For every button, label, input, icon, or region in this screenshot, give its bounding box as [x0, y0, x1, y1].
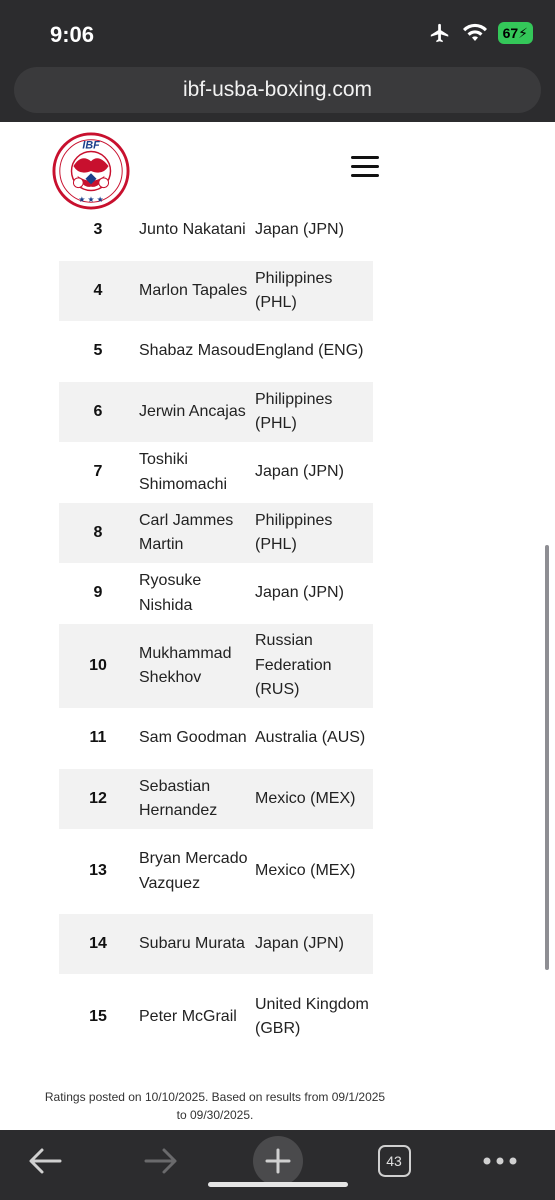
country-cell: England (ENG)	[255, 342, 364, 360]
boxer-name-cell: Ryosuke Nishida	[139, 572, 202, 614]
ibf-logo[interactable]: IBF ★ ★ ★	[52, 131, 130, 211]
country-cell: Japan (JPN)	[255, 221, 344, 239]
boxer-name-cell: Junto Nakatani	[139, 221, 246, 239]
hamburger-menu-icon[interactable]	[351, 156, 379, 178]
table-row: 14 Subaru Murata Japan (JPN)	[59, 914, 373, 974]
home-indicator[interactable]	[208, 1182, 348, 1187]
country-cell: Philippines (PHL)	[255, 511, 333, 554]
rank-cell: 15	[89, 1007, 107, 1025]
country-cell: Philippines (PHL)	[255, 390, 333, 433]
boxer-name-cell: Marlon Tapales	[139, 281, 248, 299]
url-bar[interactable]: ibf-usba-boxing.com	[14, 67, 541, 113]
rank-cell: 9	[93, 584, 103, 602]
browser-chrome: 9:06 67 ⚡ ibf-usba-boxing.com	[0, 0, 555, 122]
table-row: 4 Marlon Tapales Philippines (PHL)	[59, 261, 373, 321]
rank-cell: 14	[89, 934, 107, 952]
url-text: ibf-usba-boxing.com	[182, 78, 373, 101]
tabs-icon: 43	[377, 1145, 411, 1177]
logo-stars: ★ ★ ★	[78, 195, 103, 204]
boxer-name-cell: Shabaz Masoud	[139, 342, 255, 360]
country-cell: Japan (JPN)	[255, 463, 344, 481]
status-icons: 67 ⚡	[428, 22, 533, 44]
table-row: 15 Peter McGrail United Kingdom (GBR)	[59, 974, 373, 1060]
ratings-footnote: Ratings posted on 10/10/2025. Based on r…	[44, 1090, 386, 1122]
boxer-name-cell: Sebastian Hernandez	[139, 777, 218, 820]
charging-icon: ⚡	[518, 24, 528, 41]
boxer-name-cell: Sam Goodman	[139, 729, 247, 747]
scrollbar[interactable]	[545, 545, 549, 970]
more-button[interactable]	[476, 1130, 524, 1192]
country-cell: Russian Federation (RUS)	[255, 632, 332, 699]
boxer-name-cell: Toshiki Shimomachi	[139, 451, 228, 493]
table-row: 9 Ryosuke Nishida Japan (JPN)	[59, 563, 373, 624]
rank-cell: 8	[93, 523, 103, 541]
rank-cell: 11	[89, 729, 107, 747]
table-row: 13 Bryan Mercado Vazquez Mexico (MEX)	[59, 829, 373, 914]
boxer-name-cell: Jerwin Ancajas	[139, 402, 246, 420]
country-cell: Philippines (PHL)	[255, 269, 333, 312]
airplane-icon	[430, 23, 448, 43]
table-row: 12 Sebastian Hernandez Mexico (MEX)	[59, 769, 373, 829]
wifi-icon	[462, 23, 487, 41]
table-row: 10 Mukhammad Shekhov Russian Federation …	[59, 624, 373, 708]
rank-cell: 10	[89, 656, 107, 674]
back-button[interactable]	[14, 1130, 76, 1192]
forward-arrow-icon	[144, 1148, 177, 1174]
forward-button[interactable]	[130, 1130, 192, 1192]
tab-count: 43	[386, 1153, 402, 1169]
tabs-button[interactable]: 43	[372, 1130, 416, 1192]
more-icon	[483, 1157, 517, 1165]
table-row: 11 Sam Goodman Australia (AUS)	[59, 708, 373, 769]
battery-indicator: 67 ⚡	[497, 22, 533, 44]
rank-cell: 5	[93, 342, 103, 360]
boxer-name-cell: Carl Jammes Martin	[139, 511, 234, 554]
country-cell: Mexico (MEX)	[255, 789, 356, 807]
country-cell: Mexico (MEX)	[255, 862, 356, 880]
country-cell: United Kingdom (GBR)	[255, 995, 369, 1038]
country-cell: Australia (AUS)	[255, 729, 366, 747]
country-cell: Japan (JPN)	[255, 584, 344, 602]
table-row: 6 Jerwin Ancajas Philippines (PHL)	[59, 382, 373, 442]
status-time: 9:06	[50, 22, 95, 47]
table-row: 7 Toshiki Shimomachi Japan (JPN)	[59, 442, 373, 503]
rank-cell: 3	[93, 221, 103, 239]
browser-toolbar: 43	[0, 1130, 555, 1200]
logo-text: IBF	[82, 140, 100, 152]
boxer-name-cell: Subaru Murata	[139, 934, 245, 952]
table-row: 5 Shabaz Masoud England (ENG)	[59, 321, 373, 382]
new-tab-plus-icon	[253, 1136, 303, 1186]
ratings-table: 3 Junto Nakatani Japan (JPN) 4 Marlon Ta…	[59, 200, 373, 1060]
boxer-name-cell: Mukhammad Shekhov	[139, 644, 232, 687]
boxer-name-cell: Peter McGrail	[139, 1007, 237, 1025]
boxer-name-cell: Bryan Mercado Vazquez	[139, 850, 248, 892]
site-header: IBF ★ ★ ★	[0, 122, 555, 214]
rank-cell: 12	[89, 789, 107, 807]
back-arrow-icon	[29, 1148, 62, 1174]
rank-cell: 6	[93, 402, 103, 420]
rank-cell: 13	[89, 862, 107, 880]
battery-level: 67	[502, 25, 519, 41]
country-cell: Japan (JPN)	[255, 934, 344, 952]
rank-cell: 4	[93, 281, 103, 299]
table-row: 8 Carl Jammes Martin Philippines (PHL)	[59, 503, 373, 563]
rank-cell: 7	[93, 463, 103, 481]
